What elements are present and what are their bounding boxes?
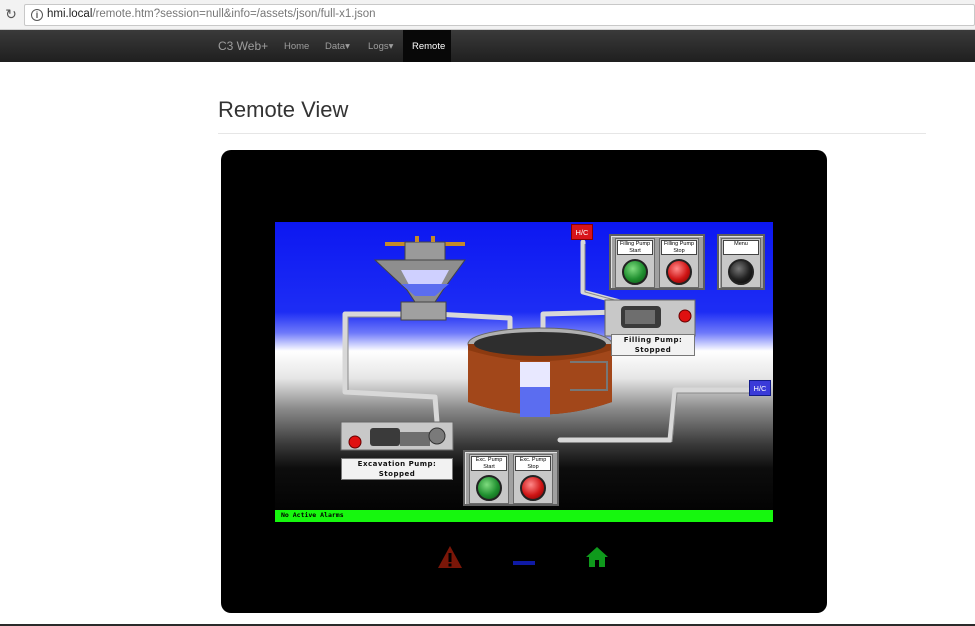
stop-button-icon [666,259,692,285]
filling-pump-status-line1: Filling Pump: [623,336,683,344]
filling-pump-status: Filling Pump: Stopped [611,334,695,356]
alarm-status-text: No Active Alarms [281,511,344,519]
url-host: hmi.local [47,8,93,20]
menu-button[interactable]: Menu [721,238,761,288]
nav-data-label: Data [325,41,346,52]
filling-pump-status-line2: Stopped [634,346,672,354]
excavation-pump-panel: Exc. Pump Start Exc. Pump Stop [463,450,559,506]
nav-remote[interactable]: Remote [403,30,451,62]
start-button-icon [476,475,502,501]
url-path: /remote.htm?session=null&info=/assets/js… [92,8,376,20]
exc-pump-stop-label: Exc. Pump Stop [515,456,551,471]
hmi-screen[interactable]: H/C Filling Pump Start Filling Pump Stop… [275,222,773,522]
filling-pump-stop-label: Filling Pump Stop [661,240,697,255]
hc-toggle-top[interactable]: H/C [571,224,593,240]
page-title: Remote View [218,97,349,122]
menu-button-icon [728,259,754,285]
alarm-status-bar[interactable]: No Active Alarms [275,510,773,522]
nav-data-dropdown[interactable]: Data▾ [325,41,350,52]
nav-remote-label: Remote [412,41,446,52]
nav-logs-dropdown[interactable]: Logs▾ [368,41,393,52]
start-button-icon [622,259,648,285]
url-text: hmi.local/remote.htm?session=null&info=/… [47,8,376,20]
stop-button-icon [520,475,546,501]
top-navbar: C3 Web+ Home Data▾ Logs▾ Remote [0,30,975,62]
clarifier-tank [467,327,613,417]
exc-pump-start-button[interactable]: Exc. Pump Start [469,454,509,504]
filling-pump-start-label: Filling Pump Start [617,240,653,255]
exc-pump-stop-button[interactable]: Exc. Pump Stop [513,454,553,504]
filling-pump-panel: Filling Pump Start Filling Pump Stop [609,234,705,290]
hopper-tank [373,236,466,321]
warning-icon[interactable] [437,545,463,569]
browser-address-bar: ↻ i hmi.local/remote.htm?session=null&in… [0,0,975,30]
nav-logs-label: Logs [368,41,389,52]
minus-icon[interactable] [513,561,535,565]
info-icon[interactable]: i [31,9,43,21]
hc-toggle-right[interactable]: H/C [749,380,771,396]
excavation-pump [340,421,454,451]
caret-down-icon: ▾ [345,41,350,52]
nav-home[interactable]: Home [284,41,309,52]
title-divider [218,133,926,134]
menu-label: Menu [723,240,759,255]
caret-down-icon: ▾ [388,41,394,52]
excavation-pump-status: Excavation Pump: Stopped [341,458,453,480]
menu-panel: Menu [717,234,765,290]
filling-pump-start-button[interactable]: Filling Pump Start [615,238,655,288]
excavation-pump-status-line1: Excavation Pump: [357,460,437,468]
url-input[interactable]: i hmi.local/remote.htm?session=null&info… [24,4,975,26]
reload-icon[interactable]: ↻ [4,7,18,21]
navbar-brand[interactable]: C3 Web+ [218,39,268,53]
filling-pump [604,299,696,337]
excavation-pump-status-line2: Stopped [378,470,416,478]
home-icon[interactable] [585,546,609,568]
exc-pump-start-label: Exc. Pump Start [471,456,507,471]
filling-pump-stop-button[interactable]: Filling Pump Stop [659,238,699,288]
